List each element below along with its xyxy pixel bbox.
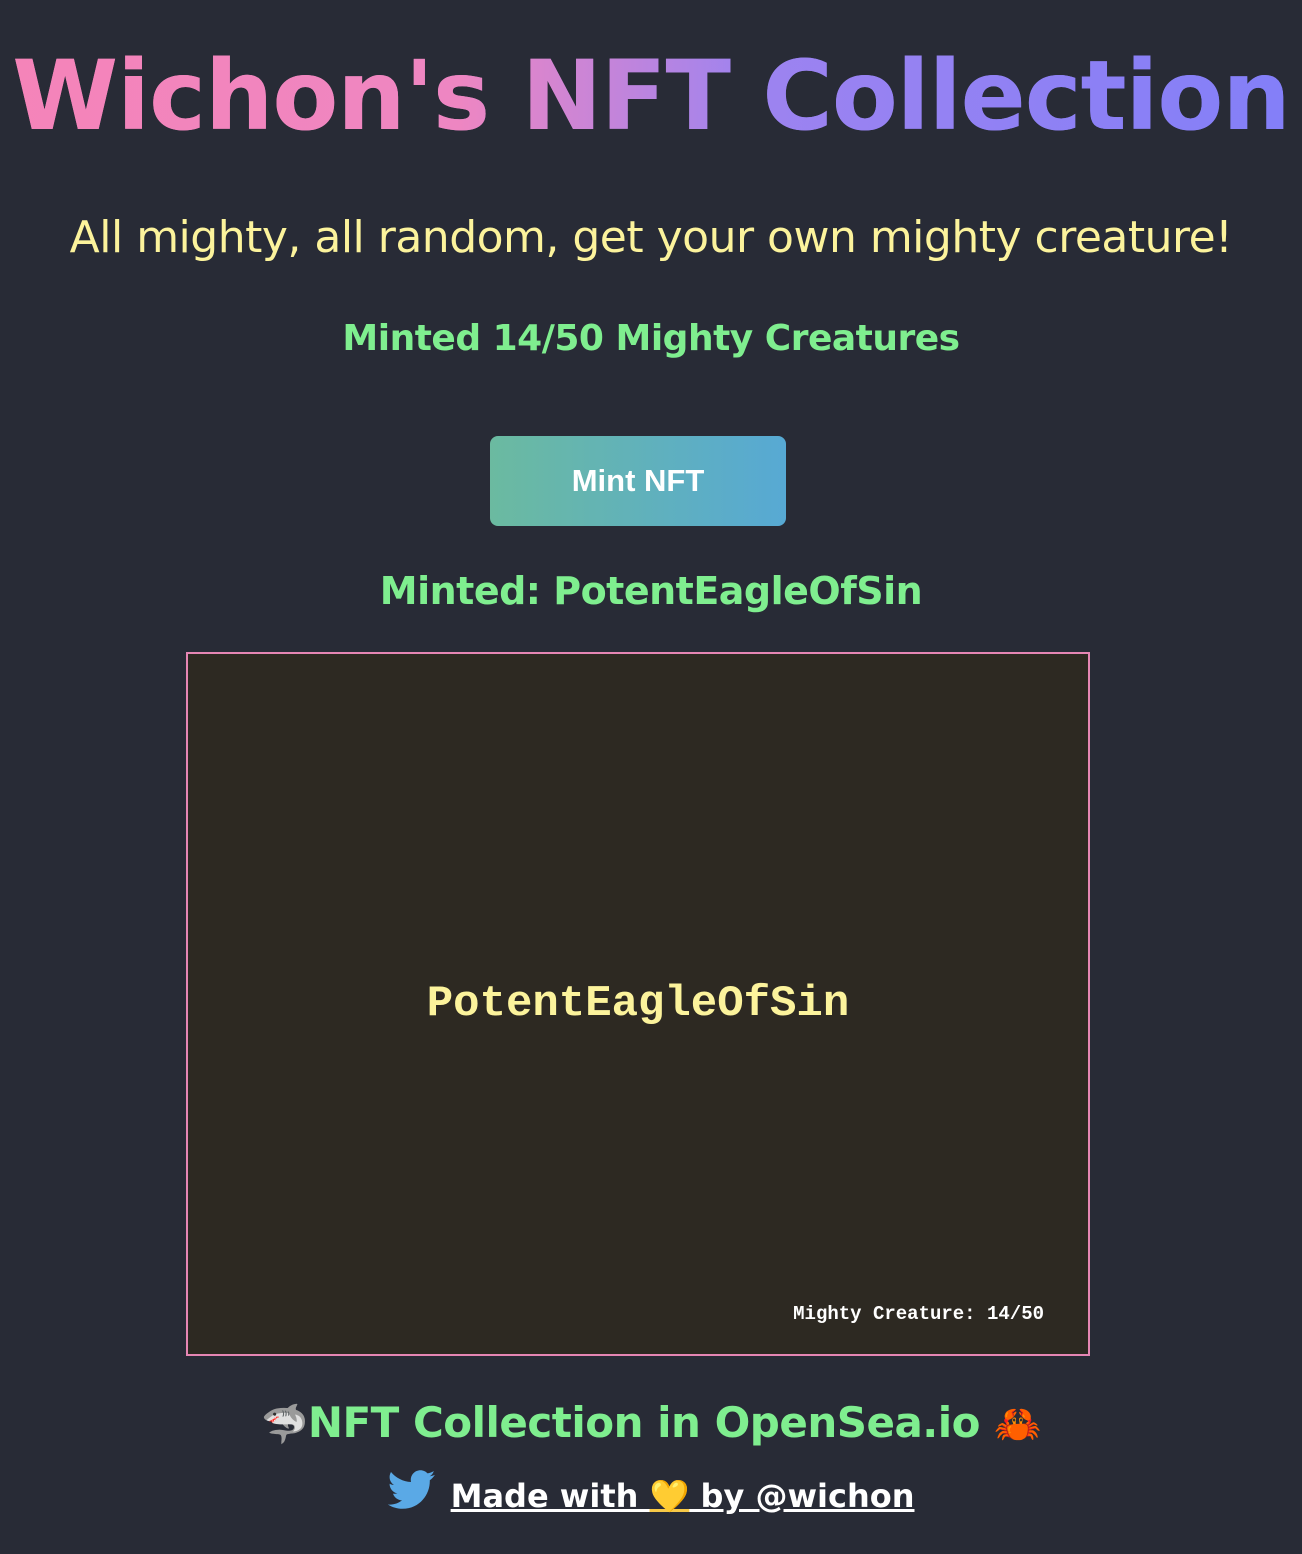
- shark-icon: 🦈: [261, 1402, 308, 1446]
- nft-preview-card: PotentEagleOfSin Mighty Creature: 14/50: [186, 652, 1090, 1356]
- minted-message: Minted: PotentEagleOfSin: [379, 569, 923, 613]
- mint-nft-button[interactable]: Mint NFT: [490, 436, 786, 526]
- opensea-link-label: NFT Collection in OpenSea.io: [307, 1398, 981, 1447]
- opensea-link[interactable]: 🦈NFT Collection in OpenSea.io 🦀: [0, 1396, 1302, 1451]
- page-subtitle: All mighty, all random, get your own mig…: [69, 212, 1233, 263]
- made-with-link[interactable]: Made with 💛 by @wichon: [451, 1477, 915, 1515]
- crab-icon: 🦀: [994, 1402, 1041, 1446]
- made-with-suffix: by @wichon: [689, 1477, 915, 1515]
- page-title: Wichon's NFT Collection: [0, 36, 1302, 156]
- nft-footer-label: Mighty Creature: 14/50: [793, 1303, 1044, 1325]
- nft-name: PotentEagleOfSin: [426, 979, 850, 1029]
- made-with-prefix: Made with: [450, 1477, 650, 1515]
- twitter-bird-icon: [387, 1470, 436, 1510]
- page-title-text: Wichon's NFT Collection: [12, 36, 1290, 156]
- minted-counter: Minted 14/50 Mighty Creatures: [342, 318, 960, 359]
- footer: Made with 💛 by @wichon: [0, 1470, 1302, 1522]
- heart-icon: 💛: [649, 1477, 690, 1515]
